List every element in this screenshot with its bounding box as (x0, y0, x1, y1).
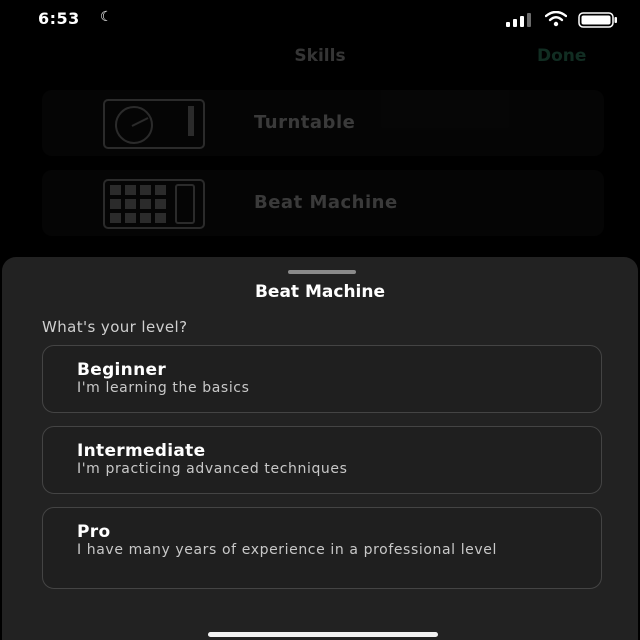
option-description: I'm practicing advanced techniques (77, 461, 348, 477)
cellular-signal-icon (506, 13, 531, 27)
level-question: What's your level? (42, 318, 188, 336)
option-title: Pro (77, 522, 111, 542)
level-option-pro[interactable]: Pro I have many years of experience in a… (42, 507, 602, 589)
home-indicator[interactable] (208, 632, 438, 637)
sheet-title: Beat Machine (254, 282, 386, 302)
option-title: Intermediate (77, 441, 206, 461)
background-screen: Skills Done Turntable Beat Machine (0, 40, 640, 260)
moon-icon: ☾ (100, 9, 113, 25)
skill-item-turntable[interactable]: Turntable (42, 90, 604, 156)
skill-label: Beat Machine (254, 192, 398, 213)
option-title: Beginner (77, 360, 167, 380)
done-button[interactable]: Done (537, 46, 586, 66)
skill-item-beat-machine[interactable]: Beat Machine (42, 170, 604, 236)
level-option-beginner[interactable]: Beginner I'm learning the basics (42, 345, 602, 413)
option-description: I'm learning the basics (77, 380, 250, 396)
status-bar: 6:53 ☾ (0, 0, 640, 40)
level-option-intermediate[interactable]: Intermediate I'm practicing advanced tec… (42, 426, 602, 494)
drum-pad-icon (103, 179, 205, 229)
skill-label: Turntable (254, 112, 356, 133)
battery-icon (578, 12, 617, 28)
status-time: 6:53 (38, 9, 80, 28)
wifi-icon (545, 11, 567, 27)
option-description: I have many years of experience in a pro… (77, 542, 497, 558)
level-bottom-sheet: Beat Machine What's your level? Beginner… (2, 257, 638, 640)
turntable-icon (103, 99, 205, 149)
sheet-grabber[interactable] (288, 270, 356, 274)
